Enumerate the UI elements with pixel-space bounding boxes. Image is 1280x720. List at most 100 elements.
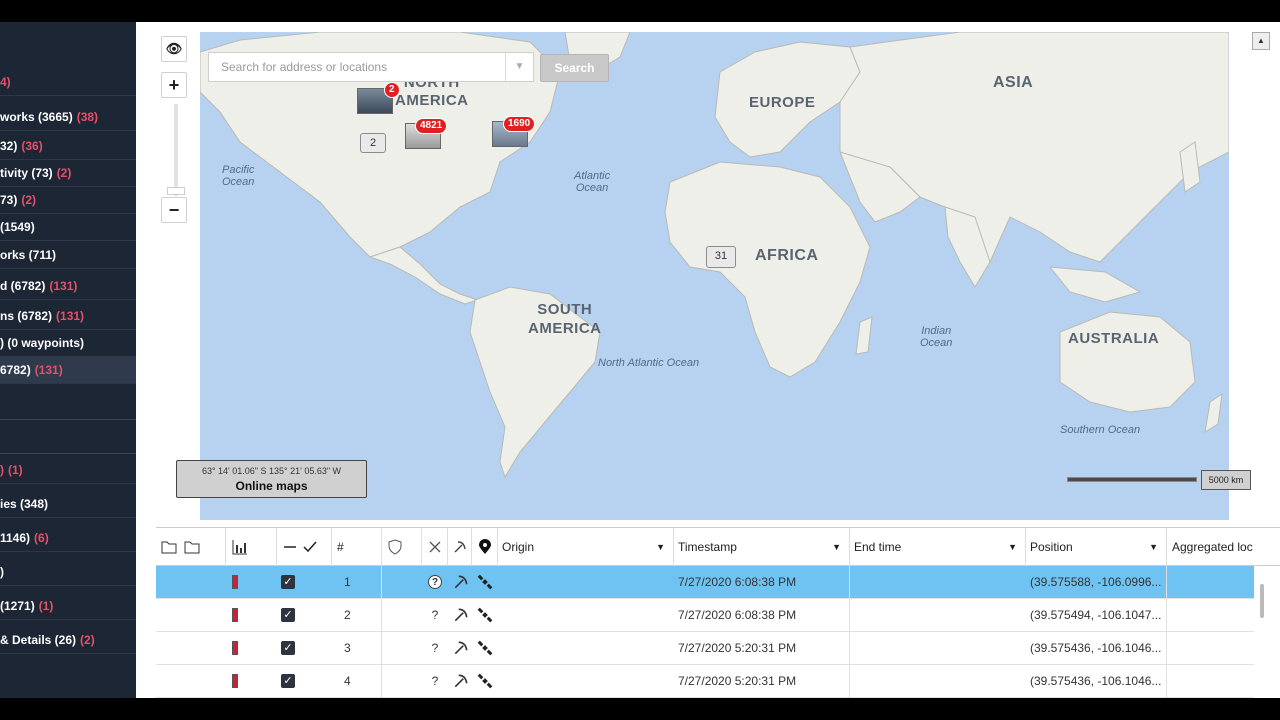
table-row[interactable]: ✓ 1 ? 7/27/2020 6:08:38 PM (39.575588, -… [156,566,1254,599]
search-placeholder: Search for address or locations [221,60,388,74]
sidebar-item-label: ) [0,463,4,477]
sidebar-item-count: (2) [56,166,72,180]
table-row[interactable]: ✓ 3 ? 7/27/2020 5:20:31 PM (39.575436, -… [156,632,1254,665]
chevron-down-icon[interactable]: ▼ [832,528,841,566]
sidebar-item[interactable]: (1549) [0,214,136,241]
sidebar-item[interactable]: (1271) (1) [0,593,136,620]
label-atlantic-ocean: Atlantic Ocean [574,170,611,194]
sidebar-item-label: ns (6782) [0,309,53,323]
sidebar-item[interactable]: works (3665) (38) [0,104,136,131]
cluster-marker[interactable]: 2 [360,133,386,153]
header-folder-icons[interactable] [156,528,226,566]
column-timestamp[interactable]: Timestamp ▼ [674,528,850,566]
close-icon[interactable] [422,528,448,566]
column-position[interactable]: Position ▼ [1026,528,1167,566]
row-checkbox[interactable]: ✓ [281,608,295,622]
top-bar [0,0,1280,22]
sidebar-item[interactable]: & Details (26) (2) [0,627,136,654]
search-input[interactable]: Search for address or locations ▼ [208,52,534,82]
sidebar: 4) works (3665) (38) 32) (36) tivity (73)(… [0,22,136,698]
pickaxe-icon[interactable] [453,574,469,590]
chevron-down-icon[interactable]: ▼ [505,53,533,81]
sidebar-item-count: (2) [80,633,95,647]
table-row[interactable]: ✓ 4 ? 7/27/2020 5:20:31 PM (39.575436, -… [156,665,1254,698]
chevron-down-icon[interactable]: ▼ [1149,528,1158,566]
world-map[interactable]: NORTH AMERICA EUROPE ASIA AFRICA SOUTH A… [200,32,1229,520]
sidebar-item-label: tivity (73) [0,166,53,180]
map-scale-bar [1067,477,1197,482]
header-select-toggle[interactable] [277,528,332,566]
location-pin-icon[interactable] [472,528,498,566]
table-row[interactable]: ✓ 2 ? 7/27/2020 6:08:38 PM (39.575494, -… [156,599,1254,632]
column-origin-label: Origin [502,540,535,554]
pickaxe-icon[interactable] [453,607,469,623]
sidebar-item-count: (36) [21,139,43,153]
row-checkbox[interactable]: ✓ [281,641,295,655]
sidebar-item[interactable]: 1146) (6) [0,525,136,552]
cluster-marker[interactable]: 31 [706,246,736,268]
row-checkbox[interactable]: ✓ [281,575,295,589]
column-end-time[interactable]: End time ▼ [850,528,1026,566]
satellite-icon [477,574,493,590]
online-maps-label: Online maps [235,479,308,493]
row-color-marker [232,641,238,655]
sidebar-item-label: d (6782) [0,279,46,293]
column-origin[interactable]: Origin ▼ [498,528,674,566]
sidebar-item-label: 1146) [0,531,31,545]
question-icon[interactable]: ? [428,641,442,655]
sidebar-item-count: (38) [76,110,99,124]
pickaxe-icon[interactable] [448,528,472,566]
zoom-out-button[interactable]: − [161,197,187,223]
shield-icon[interactable] [382,528,422,566]
search-button[interactable]: Search [540,54,609,82]
sidebar-item-active[interactable]: 6782) (131) [0,357,136,384]
map-landmass [200,32,1229,479]
sidebar-item[interactable]: ns (6782) (131) [0,303,136,330]
sidebar-item[interactable]: ) [0,559,136,586]
collapse-panel-icon[interactable]: ▲ [1252,32,1270,50]
sidebar-item-label: 6782) [0,363,31,377]
sidebar-item[interactable]: 4) [0,69,136,96]
question-icon[interactable]: ? [428,575,442,589]
zoom-slider-track[interactable] [174,104,178,196]
zoom-slider-handle[interactable] [167,187,185,195]
cluster-count-badge[interactable]: 4821 [415,118,448,134]
map-info-box[interactable]: 63° 14' 01.06" S 135° 21' 05.63" W Onlin… [176,460,367,498]
row-timestamp: 7/27/2020 6:08:38 PM [674,599,850,632]
sidebar-item[interactable]: ) (1) [0,457,136,484]
row-number: 3 [332,632,382,665]
table-scrollbar-thumb[interactable] [1260,584,1264,618]
sidebar-item[interactable]: 73) (2) [0,187,136,214]
question-icon[interactable]: ? [428,608,442,622]
sidebar-item-count: (1) [8,463,23,477]
sidebar-item[interactable]: tivity (73) (2) [0,160,136,187]
row-number: 1 [332,566,382,599]
row-position: (39.575588, -106.0996... [1026,566,1167,599]
column-aggregated-location[interactable]: Aggregated loc [1167,528,1280,566]
label-indian-ocean: Indian Ocean [920,325,953,349]
chevron-down-icon[interactable]: ▼ [1008,528,1017,566]
chevron-down-icon[interactable]: ▼ [656,528,665,566]
bar-chart-icon[interactable] [226,528,277,566]
eye-icon[interactable]: 👁 [161,36,187,62]
row-number: 4 [332,665,382,698]
column-end-time-label: End time [854,540,902,554]
sidebar-item[interactable]: orks (711) [0,242,136,269]
cluster-count-badge[interactable]: 1690 [503,116,536,132]
sidebar-divider [0,419,136,420]
label-europe: EUROPE [749,94,816,111]
sidebar-item[interactable]: ) (0 waypoints) [0,330,136,357]
sidebar-item[interactable]: ies (348) [0,491,136,518]
row-checkbox[interactable]: ✓ [281,674,295,688]
sidebar-item-label: & Details (26) [0,633,77,647]
pickaxe-icon[interactable] [453,640,469,656]
sidebar-item[interactable]: d (6782) (131) [0,273,136,300]
zoom-in-button[interactable]: + [161,72,187,98]
column-number[interactable]: # [332,528,382,566]
cluster-count-badge[interactable]: 2 [384,82,400,98]
pickaxe-icon[interactable] [453,673,469,689]
sidebar-item[interactable]: 32) (36) [0,133,136,160]
label-south-america: SOUTH AMERICA [528,301,602,337]
sidebar-item-label: orks (711) [0,248,57,262]
question-icon[interactable]: ? [428,674,442,688]
